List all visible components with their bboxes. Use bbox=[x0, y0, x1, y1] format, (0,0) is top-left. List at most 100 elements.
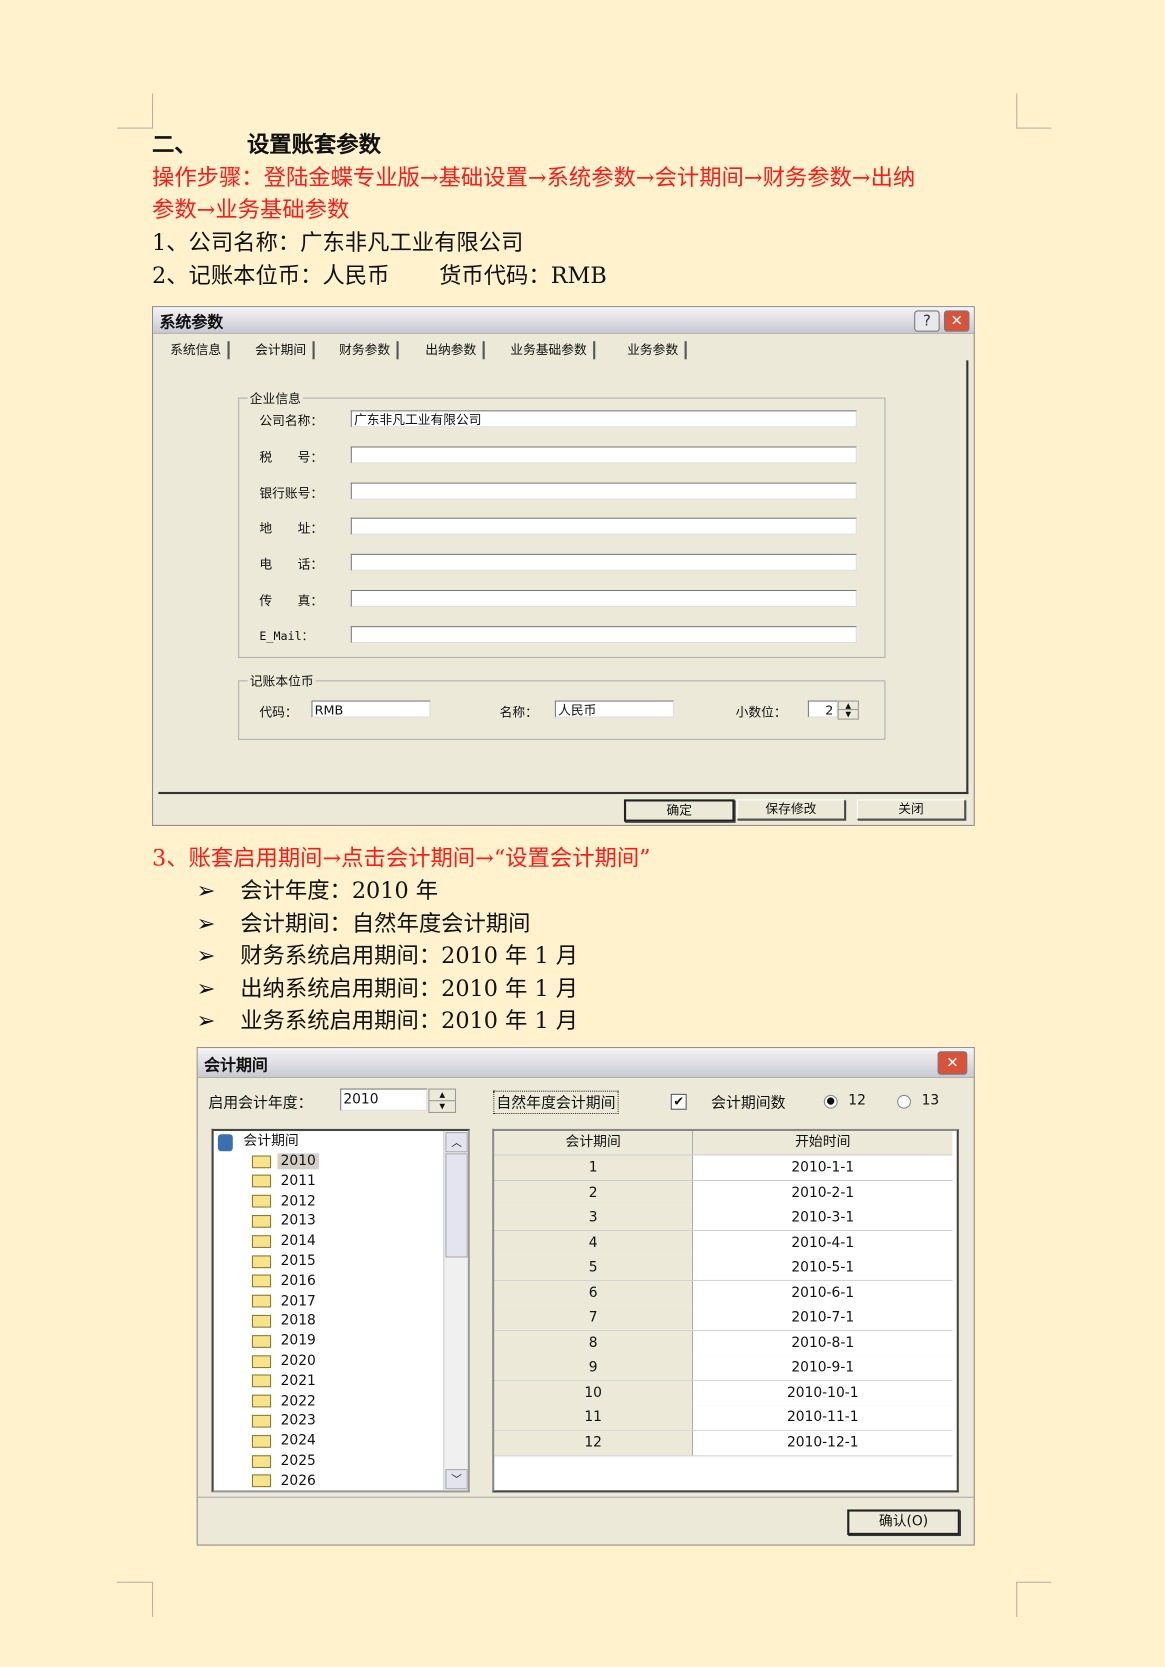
currency-name-input[interactable]: 人民币 bbox=[554, 700, 674, 718]
help-icon[interactable]: ? bbox=[914, 310, 940, 332]
decimals-label: 小数位： bbox=[735, 704, 787, 720]
table-row[interactable]: 8 2010-8-1 bbox=[494, 1330, 953, 1356]
period-cell: 6 bbox=[494, 1280, 694, 1305]
bullet-item: 业务系统启用期间：2010 年 1 月 bbox=[240, 1007, 579, 1034]
tab-system-info[interactable]: 系统信息 bbox=[170, 341, 230, 360]
field-label: 公司名称： bbox=[259, 413, 324, 429]
table-row[interactable]: 12 2010-12-1 bbox=[494, 1430, 953, 1456]
tree-year-item[interactable]: 2019 bbox=[251, 1332, 319, 1351]
heading-title: 设置账套参数 bbox=[246, 130, 381, 158]
tab-business-params[interactable]: 业务参数 bbox=[627, 341, 687, 360]
folder-icon bbox=[251, 1314, 272, 1328]
table-row[interactable]: 9 2010-9-1 bbox=[494, 1355, 953, 1381]
field-input[interactable] bbox=[350, 554, 857, 572]
start-time-cell: 2010-12-1 bbox=[693, 1430, 953, 1455]
field-input[interactable] bbox=[350, 518, 857, 536]
tree-year-label: 2013 bbox=[280, 1213, 316, 1230]
folder-icon bbox=[251, 1414, 272, 1428]
tree-year-item[interactable]: 2017 bbox=[251, 1292, 319, 1311]
code-label: 代码： bbox=[259, 704, 298, 720]
tree-year-item[interactable]: 2011 bbox=[251, 1172, 319, 1191]
tree-year-label: 2024 bbox=[280, 1433, 316, 1450]
currency-code-input[interactable]: RMB bbox=[311, 700, 431, 718]
tree-year-label: 2011 bbox=[280, 1173, 316, 1190]
bullet-item: 出纳系统启用期间：2010 年 1 月 bbox=[240, 975, 579, 1001]
period-table: 会计期间 开始时间 1 2010-1-1 2 2010-2-1 3 2010-3-1 4 20… bbox=[492, 1128, 959, 1493]
corner-mark bbox=[152, 93, 154, 129]
field-input[interactable] bbox=[350, 589, 857, 607]
tree-year-item[interactable]: 2020 bbox=[251, 1352, 319, 1371]
tree-year-item[interactable]: 2016 bbox=[251, 1272, 319, 1291]
start-time-cell: 2010-4-1 bbox=[693, 1230, 953, 1255]
table-row[interactable]: 7 2010-7-1 bbox=[494, 1305, 953, 1331]
decimals-input[interactable]: 2 bbox=[807, 700, 838, 718]
tab-finance-params[interactable]: 财务参数 bbox=[339, 341, 399, 360]
field-input[interactable] bbox=[350, 625, 857, 643]
bullet-item: 财务系统启用期间：2010 年 1 月 bbox=[240, 942, 579, 969]
field-input[interactable] bbox=[350, 446, 857, 464]
period-tree[interactable]: 会计期间 2010 2011 2012 2013 2014 2015 2016 2017 201… bbox=[211, 1128, 470, 1493]
tree-year-item[interactable]: 2022 bbox=[251, 1392, 319, 1411]
table-row[interactable]: 10 2010-10-1 bbox=[494, 1380, 953, 1406]
start-time-cell: 2010-3-1 bbox=[693, 1205, 953, 1230]
tree-year-item[interactable]: 2024 bbox=[251, 1432, 319, 1451]
spin-down-icon[interactable]: ▼ bbox=[837, 709, 859, 720]
spin-down-icon[interactable]: ▼ bbox=[428, 1100, 457, 1113]
tab-business-base-params[interactable]: 业务基础参数 bbox=[510, 341, 596, 360]
accounting-period-dialog: 会计期间 ✕ 启用会计年度： 2010 ▲ ▼ 自然年度会计期间 ✔ 会计期间数… bbox=[196, 1047, 975, 1546]
tree-scrollbar[interactable]: ︿ ﹀ bbox=[443, 1131, 468, 1491]
field-input[interactable]: 广东非凡工业有限公司 bbox=[350, 410, 857, 428]
tree-year-item[interactable]: 2014 bbox=[251, 1232, 319, 1251]
save-changes-button[interactable]: 保存修改 bbox=[736, 799, 846, 820]
tree-year-item[interactable]: 2010 bbox=[251, 1152, 319, 1171]
currency-text: 2、记账本位币：人民币 bbox=[152, 262, 390, 289]
bullet-icon: ➢ bbox=[196, 942, 216, 969]
start-time-cell: 2010-1-1 bbox=[693, 1155, 953, 1180]
close-icon[interactable]: ✕ bbox=[943, 310, 970, 332]
table-row[interactable]: 3 2010-3-1 bbox=[494, 1205, 953, 1231]
folder-icon bbox=[251, 1354, 272, 1368]
table-row[interactable]: 6 2010-6-1 bbox=[494, 1280, 953, 1306]
tree-year-item[interactable]: 2021 bbox=[251, 1372, 319, 1391]
tree-year-item[interactable]: 2025 bbox=[251, 1452, 319, 1471]
radio-12[interactable]: ● bbox=[823, 1094, 838, 1109]
corner-mark bbox=[1016, 1581, 1018, 1617]
scroll-up-icon[interactable]: ︿ bbox=[445, 1132, 468, 1153]
close-icon[interactable]: ✕ bbox=[937, 1051, 968, 1075]
tree-year-item[interactable]: 2018 bbox=[251, 1312, 319, 1331]
period-cell: 7 bbox=[494, 1305, 694, 1330]
tree-year-item[interactable]: 2012 bbox=[251, 1192, 319, 1211]
ok-button[interactable]: 确定 bbox=[623, 799, 735, 822]
tree-year-label: 2010 bbox=[277, 1153, 319, 1170]
table-row[interactable]: 1 2010-1-1 bbox=[494, 1155, 953, 1181]
period-cell: 12 bbox=[494, 1430, 694, 1455]
close-button[interactable]: 关闭 bbox=[856, 799, 966, 820]
document-page: 二、 设置账套参数 操作步骤：登陆金蝶专业版→基础设置→系统参数→会计期间→财务… bbox=[0, 0, 1165, 1667]
field-input[interactable] bbox=[350, 482, 857, 500]
tree-year-item[interactable]: 2015 bbox=[251, 1252, 319, 1271]
tab-cashier-params[interactable]: 出纳参数 bbox=[425, 341, 485, 360]
currency-code-text: 货币代码：RMB bbox=[439, 262, 607, 289]
period-cell: 4 bbox=[494, 1230, 694, 1255]
bullet-item: 会计年度：2010 年 bbox=[240, 878, 439, 904]
table-row[interactable]: 5 2010-5-1 bbox=[494, 1255, 953, 1281]
radio-13-label: 13 bbox=[921, 1092, 940, 1109]
confirm-button[interactable]: 确认(O) bbox=[847, 1509, 960, 1535]
tree-year-item[interactable]: 2023 bbox=[251, 1412, 319, 1431]
scroll-down-icon[interactable]: ﹀ bbox=[445, 1469, 468, 1490]
table-row[interactable]: 2 2010-2-1 bbox=[494, 1180, 953, 1206]
natural-year-label[interactable]: 自然年度会计期间 bbox=[493, 1090, 619, 1115]
year-input[interactable]: 2010 bbox=[340, 1088, 428, 1111]
tab-accounting-period[interactable]: 会计期间 bbox=[255, 341, 315, 360]
natural-year-checkbox[interactable]: ✔ bbox=[670, 1093, 687, 1110]
tree-year-item[interactable]: 2013 bbox=[251, 1212, 319, 1231]
table-row[interactable]: 4 2010-4-1 bbox=[494, 1230, 953, 1256]
bullet-item: 会计期间：自然年度会计期间 bbox=[240, 910, 531, 936]
steps-line-1: 操作步骤：登陆金蝶专业版→基础设置→系统参数→会计期间→财务参数→出纳 bbox=[152, 164, 916, 191]
table-row[interactable]: 11 2010-11-1 bbox=[494, 1405, 953, 1431]
scroll-thumb[interactable] bbox=[445, 1153, 468, 1258]
tree-year-item[interactable]: 2026 bbox=[251, 1472, 319, 1490]
tree-root[interactable]: 会计期间 bbox=[243, 1132, 298, 1151]
radio-13[interactable] bbox=[897, 1094, 911, 1109]
corner-mark bbox=[1016, 127, 1052, 129]
